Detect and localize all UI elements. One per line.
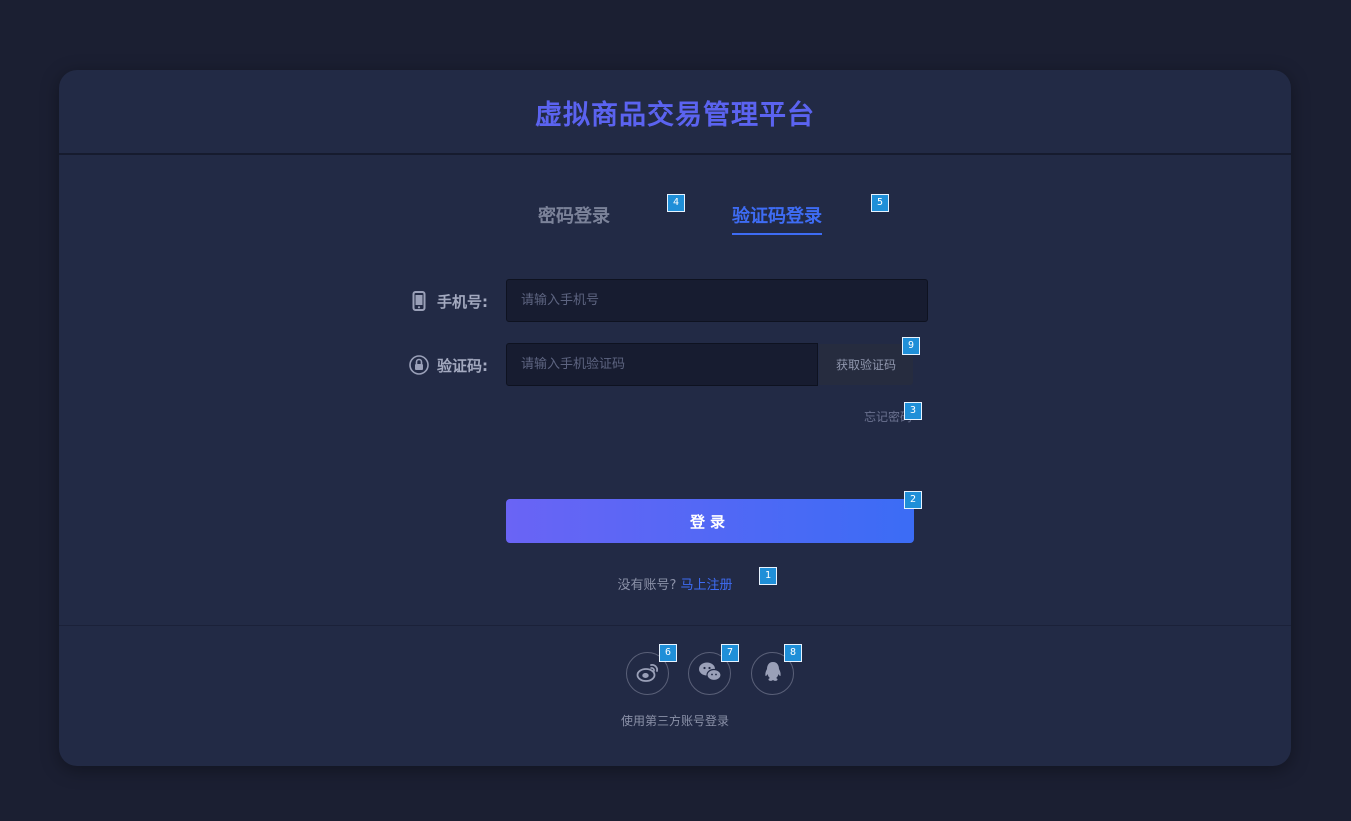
get-code-button[interactable]: 获取验证码: [819, 344, 913, 385]
footer-divider: [59, 625, 1291, 626]
register-prompt-text: 没有账号?: [617, 578, 677, 593]
annotation-badge: 4: [667, 194, 685, 212]
annotation-badge: 5: [871, 194, 889, 212]
page-title: 虚拟商品交易管理平台: [535, 99, 815, 131]
annotation-badge: 7: [721, 644, 739, 662]
phone-row: 手机号:: [59, 279, 1291, 323]
sms-code-input[interactable]: [506, 343, 818, 386]
qq-icon: [763, 661, 783, 687]
annotation-badge: 8: [784, 644, 802, 662]
code-label: 验证码:: [409, 343, 488, 387]
annotation-badge: 9: [902, 337, 920, 355]
login-button[interactable]: 登录: [506, 499, 914, 543]
annotation-badge: 2: [904, 491, 922, 509]
tab-sms-code-login-label: 验证码登录: [732, 206, 822, 227]
get-code-label: 获取验证码: [835, 358, 896, 372]
login-button-label: 登录: [689, 512, 730, 531]
card-header: 虚拟商品交易管理平台: [59, 70, 1291, 155]
tab-password-login[interactable]: 密码登录: [538, 202, 610, 238]
tab-sms-code-login[interactable]: 验证码登录: [732, 202, 822, 238]
phone-label-text: 手机号:: [437, 292, 488, 311]
annotation-badge: 1: [759, 567, 777, 585]
phone-label: 手机号:: [409, 279, 488, 323]
annotation-badge: 6: [659, 644, 677, 662]
code-label-text: 验证码:: [437, 356, 488, 375]
mobile-phone-icon: [409, 291, 429, 311]
weibo-icon: [636, 661, 660, 687]
active-tab-underline: [732, 233, 822, 235]
register-link[interactable]: 马上注册: [680, 578, 732, 593]
tab-password-login-label: 密码登录: [538, 206, 610, 227]
phone-input[interactable]: [506, 279, 928, 322]
social-login-caption: 使用第三方账号登录: [620, 714, 729, 728]
code-row: 验证码: 获取验证码: [59, 343, 1291, 387]
wechat-icon: [698, 661, 722, 687]
lock-icon: [409, 355, 429, 375]
register-prompt: 没有账号? 马上注册: [59, 574, 1291, 593]
annotation-badge: 3: [904, 402, 922, 420]
